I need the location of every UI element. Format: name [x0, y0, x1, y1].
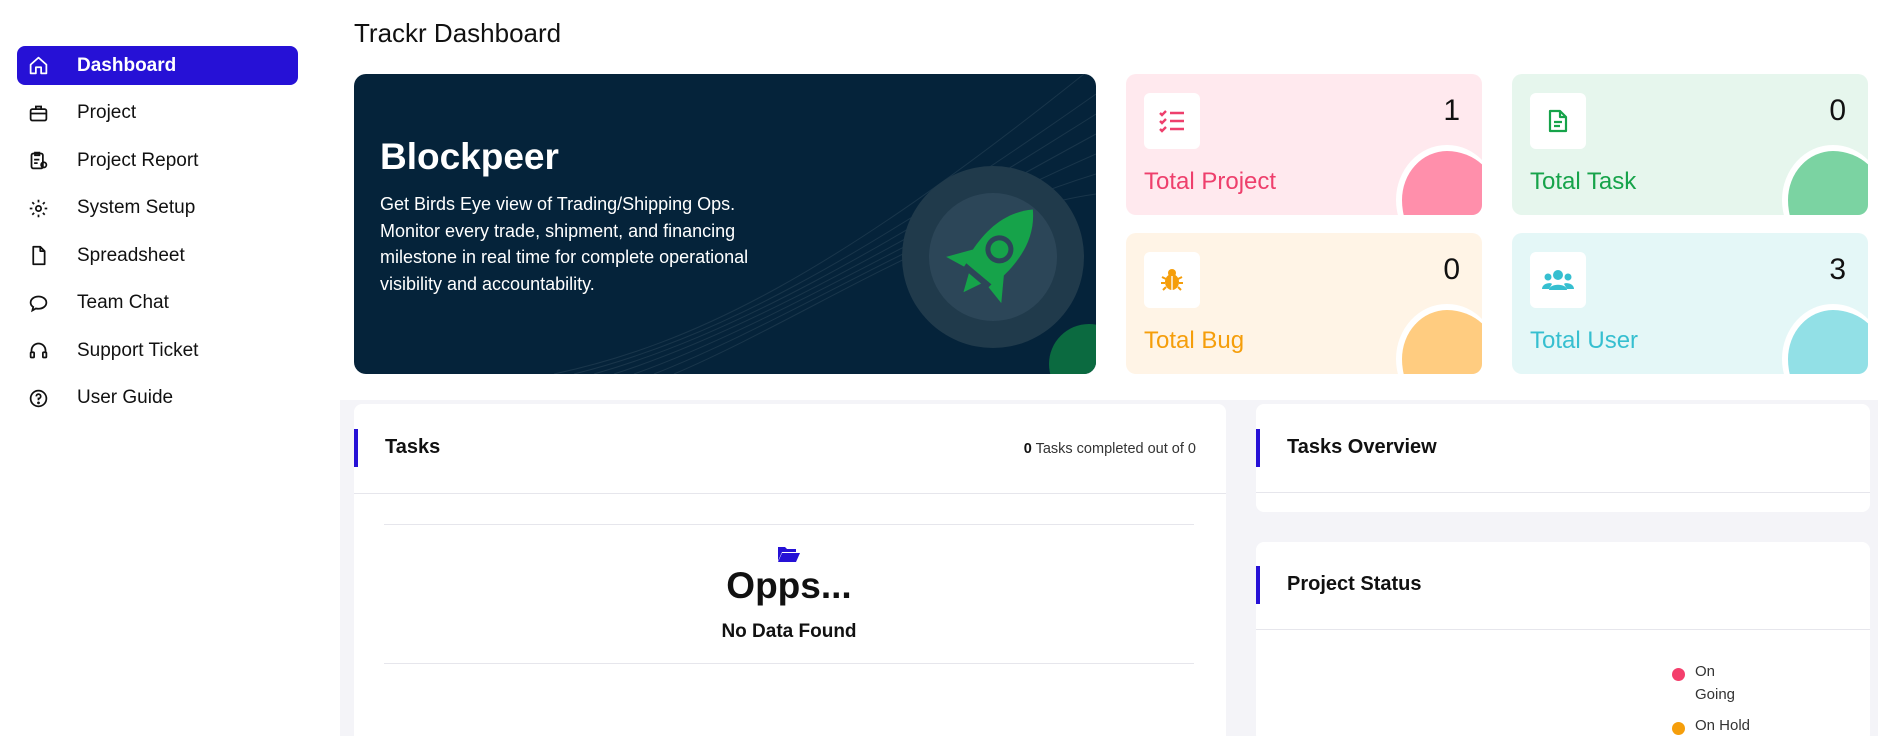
checklist-icon — [1144, 93, 1200, 149]
sidebar-item-team-chat[interactable]: Team Chat — [17, 284, 298, 323]
stat-value: 1 — [1443, 94, 1460, 127]
file-icon — [27, 245, 49, 267]
main-header: Trackr Dashboard — [340, 0, 1898, 74]
legend-label: On Going — [1695, 663, 1736, 703]
accent-bar — [354, 429, 358, 467]
main-content: Trackr Dashboard Blockpeer Get Birds Eye… — [340, 0, 1898, 744]
tasks-card-header: Tasks 0 Tasks completed out of 0 — [354, 404, 1226, 494]
sidebar-nav: Dashboard Project Project Report System … — [17, 46, 298, 426]
stat-card-total-user[interactable]: 3 Total User — [1512, 233, 1868, 374]
legend-dot — [1672, 722, 1685, 735]
hero-banner: Blockpeer Get Birds Eye view of Trading/… — [354, 74, 1096, 374]
tasks-completed-count: 0 — [1023, 441, 1032, 457]
tasks-overview-card: Tasks Overview — [1256, 404, 1870, 512]
sidebar-item-dashboard[interactable]: Dashboard — [17, 46, 298, 85]
stat-blob — [1782, 304, 1868, 374]
question-circle-icon — [27, 387, 49, 409]
stat-value: 0 — [1829, 94, 1846, 127]
sidebar-item-label: User Guide — [77, 387, 174, 408]
accent-bar — [1256, 429, 1260, 467]
briefcase-icon — [27, 102, 49, 124]
sidebar-item-label: Project Report — [77, 149, 199, 171]
tasks-empty-state: Opps... No Data Found — [384, 524, 1194, 664]
bug-icon — [1144, 252, 1200, 308]
empty-state-title: Opps... — [726, 565, 852, 606]
sidebar-item-support-ticket[interactable]: Support Ticket — [17, 331, 298, 370]
tasks-overview-title: Tasks Overview — [1287, 436, 1437, 458]
sidebar: Dashboard Project Project Report System … — [0, 0, 320, 736]
empty-state-text: No Data Found — [721, 621, 857, 642]
project-status-header: Project Status — [1256, 542, 1870, 630]
home-icon — [27, 55, 49, 77]
stat-card-total-project[interactable]: 1 Total Project — [1126, 74, 1482, 215]
headphones-icon — [27, 340, 49, 362]
hero-title: Blockpeer — [380, 136, 559, 177]
sidebar-item-spreadsheet[interactable]: Spreadsheet — [17, 236, 298, 275]
sidebar-item-label: Dashboard — [77, 54, 177, 76]
stat-label: Total Bug — [1144, 327, 1245, 354]
stat-blob — [1782, 145, 1868, 215]
stat-label: Total Task — [1530, 168, 1637, 195]
tasks-completed-text: 0 Tasks completed out of 0 — [1024, 441, 1196, 457]
folder-open-icon — [778, 547, 800, 562]
legend-label: On Hold — [1695, 717, 1751, 734]
page-title: Trackr Dashboard — [354, 18, 562, 48]
sidebar-item-label: Spreadsheet — [77, 244, 185, 266]
tasks-title: Tasks — [385, 436, 441, 458]
legend-item-on-hold[interactable]: On Hold — [1672, 714, 1775, 737]
tasks-overview-header: Tasks Overview — [1256, 404, 1870, 493]
project-status-card: Project Status On Going On Hold — [1256, 542, 1870, 742]
stat-label: Total Project — [1144, 168, 1277, 195]
sidebar-item-label: Support Ticket — [77, 339, 199, 361]
tasks-completed-label: Tasks completed out of 0 — [1035, 441, 1196, 457]
sidebar-item-label: Team Chat — [77, 292, 169, 313]
stat-blob — [1396, 145, 1482, 215]
sidebar-item-system-setup[interactable]: System Setup — [17, 189, 298, 228]
stat-label: Total User — [1530, 327, 1639, 354]
sidebar-item-project-report[interactable]: Project Report — [17, 141, 298, 180]
project-status-title: Project Status — [1287, 573, 1422, 595]
stat-card-total-bug[interactable]: 0 Total Bug — [1126, 233, 1482, 374]
sidebar-item-label: Project — [77, 102, 137, 123]
stat-value: 3 — [1829, 253, 1846, 286]
legend-item-on-going[interactable]: On Going — [1672, 660, 1755, 706]
rocket-icon — [902, 166, 1084, 348]
sidebar-item-user-guide[interactable]: User Guide — [17, 379, 298, 418]
legend-dot — [1672, 668, 1685, 681]
users-icon — [1530, 252, 1586, 308]
stat-card-total-task[interactable]: 0 Total Task — [1512, 74, 1868, 215]
gear-icon — [27, 197, 49, 219]
chat-bubble-icon — [27, 292, 49, 314]
stat-value: 0 — [1443, 253, 1460, 286]
tasks-card: Tasks 0 Tasks completed out of 0 Opps...… — [354, 404, 1226, 744]
accent-bar — [1256, 566, 1260, 604]
hero-description: Get Birds Eye view of Trading/Shipping O… — [380, 194, 749, 294]
document-icon — [1530, 93, 1586, 149]
sidebar-item-project[interactable]: Project — [17, 94, 298, 133]
clipboard-report-icon — [27, 150, 49, 172]
sidebar-item-label: System Setup — [77, 197, 196, 218]
stat-blob — [1396, 304, 1482, 374]
